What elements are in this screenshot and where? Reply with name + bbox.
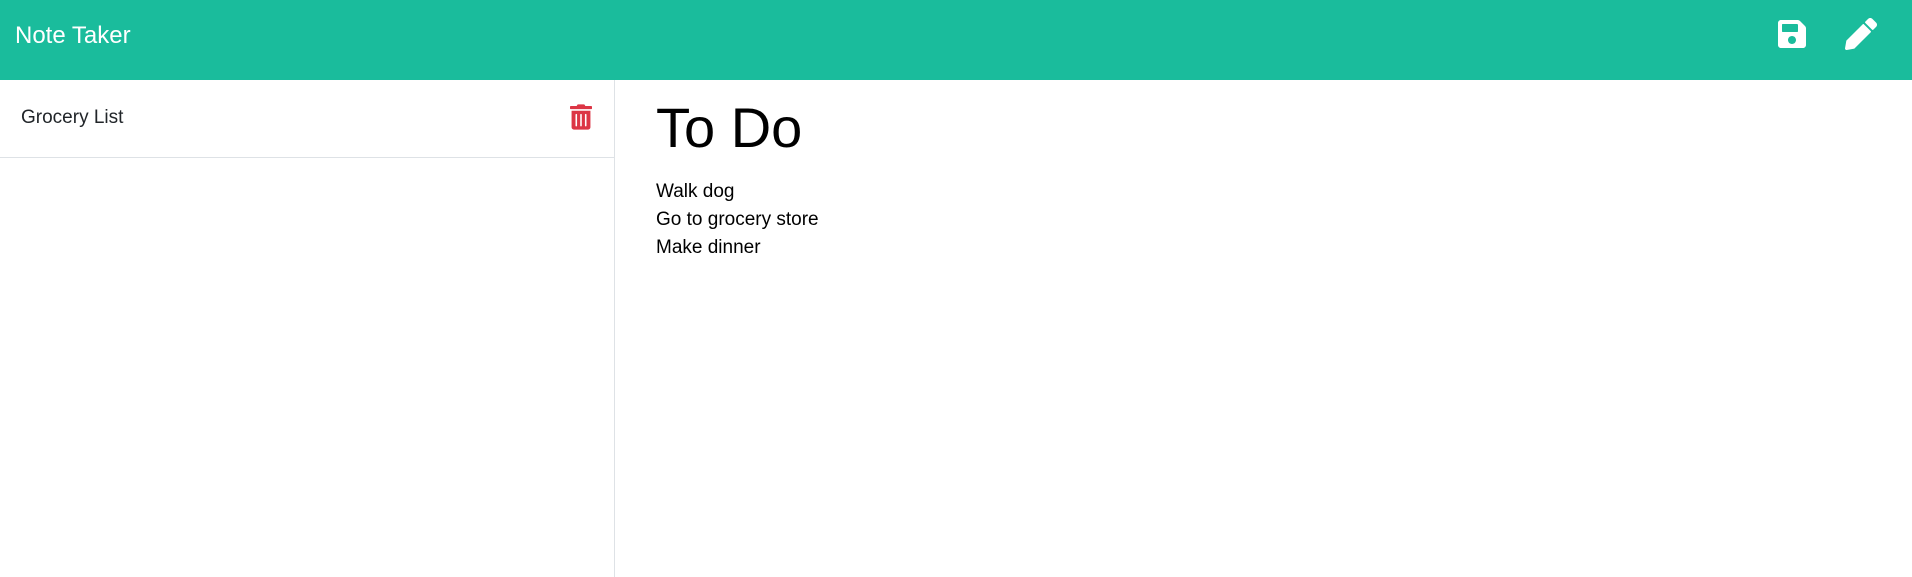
trash-icon[interactable] bbox=[570, 104, 592, 130]
note-editor: To Do Walk dog Go to grocery store Make … bbox=[616, 80, 1912, 577]
list-item[interactable]: Grocery List bbox=[0, 80, 614, 158]
brand-title[interactable]: Note Taker bbox=[15, 22, 131, 50]
note-textarea[interactable]: Walk dog Go to grocery store Make dinner bbox=[656, 178, 1856, 262]
save-icon[interactable] bbox=[1776, 18, 1808, 50]
note-body-line: Make dinner bbox=[656, 237, 761, 258]
navbar: Note Taker bbox=[0, 0, 1912, 80]
note-list: Grocery List bbox=[0, 80, 615, 577]
note-body-line: Walk dog bbox=[656, 181, 735, 202]
note-title-input[interactable]: To Do bbox=[656, 96, 1856, 160]
pencil-icon[interactable] bbox=[1845, 18, 1877, 50]
note-list-item-title[interactable]: Grocery List bbox=[21, 106, 123, 130]
note-body-line: Go to grocery store bbox=[656, 209, 819, 230]
